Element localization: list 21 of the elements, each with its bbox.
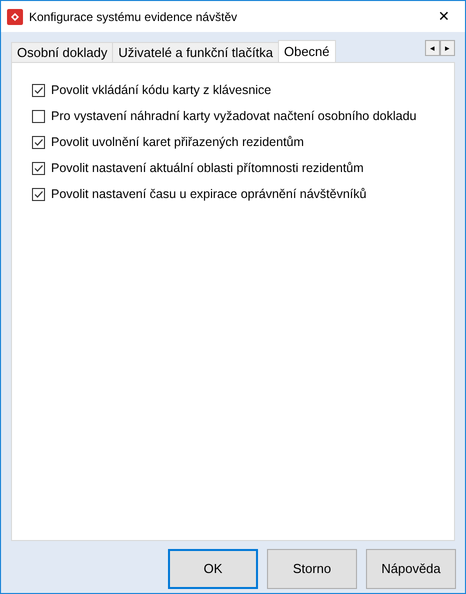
tab[interactable]: Osobní doklady [11,42,112,62]
option-label: Povolit nastavení času u expirace oprávnění návštěvníků [51,186,366,203]
scroll-right-button[interactable]: ▸ [440,40,455,56]
tab[interactable]: Uživatelé a funkční tlačítka [112,42,278,62]
option-label: Povolit uvolnění karet přiřazených rezidentům [51,134,304,151]
scroll-left-button[interactable]: ◂ [425,40,440,56]
dialog-button[interactable]: Nápověda [366,549,456,589]
option-label: Povolit vkládání kódu karty z klávesnice [51,82,272,99]
close-button[interactable]: ✕ [429,2,459,30]
tab[interactable]: Obecné [278,40,336,62]
window-title: Konfigurace systému evidence návštěv [29,8,238,26]
app-logo-icon [7,8,23,24]
checkbox[interactable] [32,136,45,148]
checkbox[interactable] [32,84,45,96]
dialog-button[interactable]: OK [168,549,258,589]
checkbox[interactable] [32,110,45,122]
option-label: Pro vystavení náhradní karty vyžadovat načtení osobního dokladu [51,108,417,125]
checkbox[interactable] [32,162,45,174]
option-label: Povolit nastavení aktuální oblasti přítomnosti rezidentům [51,160,364,177]
dialog-button[interactable]: Storno [267,549,357,589]
checkbox[interactable] [32,188,45,200]
